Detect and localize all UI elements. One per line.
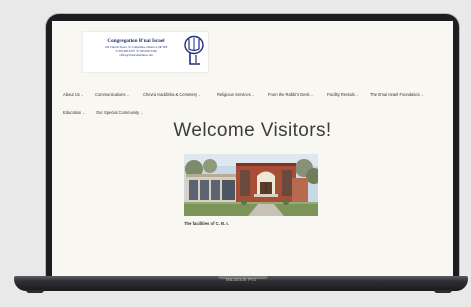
laptop-foot-right	[434, 290, 452, 293]
nav-education[interactable]: Education⌄	[63, 110, 85, 115]
logo-name: Congregation B'nai Israel	[107, 38, 165, 44]
nav-label: About Us	[63, 92, 80, 97]
page-title: Welcome Visitors!	[173, 120, 332, 141]
chevron-down-icon: ⌄	[80, 93, 84, 97]
site-logo[interactable]: Congregation B'nai Israel 190 Church Str…	[82, 31, 209, 73]
nav-foundation[interactable]: The B'nai Israel Foundation⌄	[370, 92, 424, 97]
chevron-down-icon: ⌄	[355, 93, 359, 97]
nav-religious-services[interactable]: Religious Services⌄	[217, 92, 255, 97]
nav-label: Communications	[95, 92, 126, 97]
laptop-foot-left	[26, 290, 44, 293]
logo-email: office@cbistcatharines.com	[119, 53, 153, 57]
browser-screen: Congregation B'nai Israel 190 Church Str…	[52, 21, 453, 277]
nav-label: The B'nai Israel Foundation	[370, 92, 420, 97]
chevron-down-icon: ⌄	[420, 93, 424, 97]
chevron-down-icon: ⌄	[140, 111, 144, 115]
photo-caption: The facilities of C. B. I.	[184, 221, 229, 226]
nav-facility-rentals[interactable]: Facility Rentals⌄	[327, 92, 359, 97]
nav-communications[interactable]: Communications⌄	[95, 92, 129, 97]
nav-chevra-kaddisha[interactable]: Chevra Kaddisha & Cemetery⌄	[143, 92, 201, 97]
chevron-down-icon: ⌄	[251, 93, 255, 97]
chevron-down-icon: ⌄	[310, 93, 314, 97]
nav-about-us[interactable]: About Us⌄	[63, 92, 84, 97]
torah-emblem-icon	[184, 35, 204, 65]
nav-label: Our Special Community	[96, 110, 140, 115]
chevron-down-icon: ⌄	[82, 111, 86, 115]
nav-label: Religious Services	[217, 92, 251, 97]
nav-label: Facility Rentals	[327, 92, 355, 97]
synagogue-photo	[184, 154, 318, 216]
chevron-down-icon: ⌄	[198, 93, 202, 97]
nav-special-community[interactable]: Our Special Community⌄	[96, 110, 143, 115]
laptop-base: MacBook Pro	[14, 276, 468, 291]
nav-label: Chevra Kaddisha & Cemetery	[143, 92, 198, 97]
chevron-down-icon: ⌄	[126, 93, 130, 97]
nav-label: Education	[63, 110, 82, 115]
device-brand: MacBook Pro	[225, 277, 257, 282]
nav-rabbis-desk[interactable]: From the Rabbi's Desk⌄	[268, 92, 313, 97]
nav-label: From the Rabbi's Desk	[268, 92, 310, 97]
